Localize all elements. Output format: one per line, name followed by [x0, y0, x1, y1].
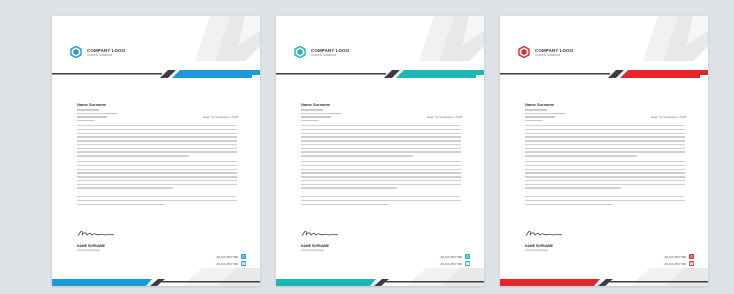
hexagon-logo-icon — [518, 46, 530, 58]
contact-row: +00 123 4567 890 ✆ — [439, 253, 470, 260]
body-paragraph — [77, 125, 237, 159]
letter-date: Date: 14 September, 2018 — [426, 115, 462, 119]
recipient-name: Name Surname — [525, 102, 555, 107]
signature-title: General Manager — [525, 248, 549, 252]
header-color-band — [500, 70, 708, 78]
phone-icon: ✆ — [241, 254, 246, 259]
letterhead-blue: COMPANY LOGO Graphic Solutions Name Surn… — [52, 16, 260, 286]
header-color-band — [276, 70, 484, 78]
header-color-band — [52, 70, 260, 78]
logo-title: COMPANY LOGO — [87, 47, 126, 53]
contact-text: +00 123 4567 890 — [663, 261, 686, 266]
recipient-block: Name Surname — [77, 102, 117, 122]
signature-title: General Manager — [301, 248, 325, 252]
fax-icon: ☎ — [465, 261, 470, 266]
signature-block: NAME SURNAME General Manager — [301, 225, 339, 252]
logo-title: COMPANY LOGO — [311, 47, 350, 53]
logo-tagline: Graphic Solutions — [87, 52, 113, 57]
body-paragraph — [525, 161, 685, 191]
signature-block: NAME SURNAME General Manager — [77, 225, 115, 252]
footer-color-band — [500, 268, 708, 286]
company-logo: COMPANY LOGO Graphic Solutions — [294, 46, 349, 58]
contact-row: +00 123 4567 890 ✆ — [215, 253, 246, 260]
body-paragraph — [301, 161, 461, 191]
body-paragraph — [301, 125, 461, 159]
company-logo: COMPANY LOGO Graphic Solutions — [70, 46, 125, 58]
signature-scribble — [525, 231, 563, 237]
contact-text: +00 123 4567 890 — [215, 254, 238, 259]
letter-date: Date: 14 September, 2018 — [202, 115, 238, 119]
logo-tagline: Graphic Solutions — [535, 52, 561, 57]
phone-icon: ✆ — [689, 254, 694, 259]
signature-block: NAME SURNAME General Manager — [525, 225, 563, 252]
body-paragraph — [77, 196, 237, 207]
signature-title: General Manager — [77, 248, 101, 252]
contact-text: +00 123 4567 890 — [439, 261, 462, 266]
letterhead-teal: COMPANY LOGO Graphic Solutions Name Surn… — [276, 16, 484, 286]
body-paragraph — [525, 125, 685, 159]
letterhead-red: COMPANY LOGO Graphic Solutions Name Surn… — [500, 16, 708, 286]
contact-text: +00 123 4567 890 — [215, 261, 238, 266]
contact-text: +00 123 4567 890 — [663, 254, 686, 259]
signature-scribble — [301, 231, 339, 237]
contact-row: +00 123 4567 890 ☎ — [215, 260, 246, 267]
logo-tagline: Graphic Solutions — [311, 52, 337, 57]
fax-icon: ☎ — [689, 261, 694, 266]
footer-color-band — [52, 268, 260, 286]
recipient-name: Name Surname — [77, 102, 107, 107]
logo-title: COMPANY LOGO — [535, 47, 574, 53]
body-paragraph — [301, 196, 461, 207]
hexagon-logo-icon — [70, 46, 82, 58]
letter-date: Date: 14 September, 2018 — [650, 115, 686, 119]
company-logo: COMPANY LOGO Graphic Solutions — [518, 46, 573, 58]
signature-scribble — [77, 231, 115, 237]
footer-color-band — [276, 268, 484, 286]
contact-text: +00 123 4567 890 — [439, 254, 462, 259]
phone-icon: ✆ — [465, 254, 470, 259]
recipient-block: Name Surname — [525, 102, 565, 122]
recipient-name: Name Surname — [301, 102, 331, 107]
hexagon-logo-icon — [294, 46, 306, 58]
body-paragraph — [77, 161, 237, 191]
recipient-block: Name Surname — [301, 102, 341, 122]
contact-row: +00 123 4567 890 ☎ — [663, 260, 694, 267]
body-paragraph — [525, 196, 685, 207]
contact-row: +00 123 4567 890 ✆ — [663, 253, 694, 260]
fax-icon: ☎ — [241, 261, 246, 266]
contact-row: +00 123 4567 890 ☎ — [439, 260, 470, 267]
